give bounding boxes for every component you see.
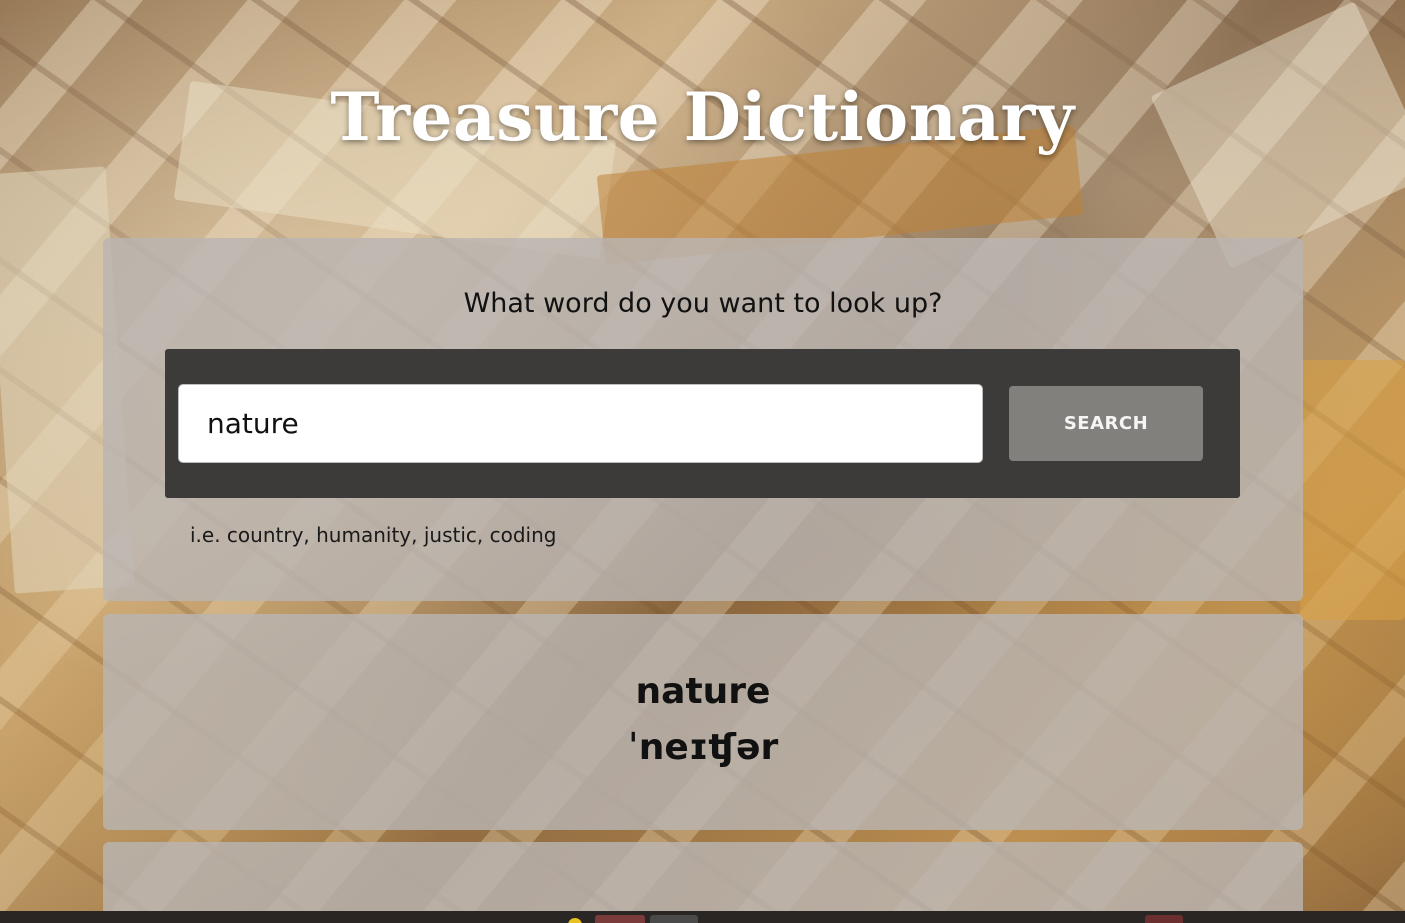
search-card: What word do you want to look up? SEARCH… [103, 238, 1303, 601]
header: Treasure Dictionary [0, 78, 1405, 156]
search-bar: SEARCH [165, 349, 1240, 498]
taskbar-app-icon[interactable] [650, 915, 698, 923]
taskbar-app-icon[interactable] [1145, 915, 1183, 923]
result-phonetic: ˈneɪʧər [627, 727, 779, 768]
book-shape [1300, 360, 1405, 620]
taskbar-app-icon[interactable] [595, 915, 645, 923]
taskbar [0, 911, 1405, 923]
search-hint: i.e. country, humanity, justic, coding [190, 523, 557, 547]
search-prompt: What word do you want to look up? [463, 288, 943, 319]
app-title: Treasure Dictionary [330, 78, 1075, 156]
word-result-card: nature ˈneɪʧər [103, 614, 1303, 830]
taskbar-app-icon[interactable] [568, 918, 582, 923]
search-input[interactable] [178, 384, 983, 463]
search-button[interactable]: SEARCH [1009, 386, 1203, 461]
result-word: nature [635, 671, 771, 712]
